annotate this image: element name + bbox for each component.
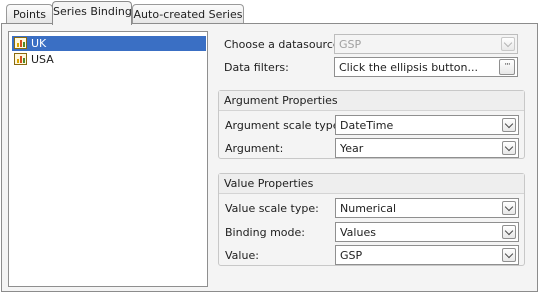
tab-auto-created-series-label: Auto-created Series [133,8,243,21]
tab-points[interactable]: Points [6,4,53,23]
value-scale-type-select[interactable]: Numerical [335,198,519,218]
chevron-down-icon [504,202,514,212]
value-dropdown-button[interactable] [502,248,516,262]
argument-properties-header: Argument Properties [219,91,524,111]
series-binding-panel: UK USA Choose a datasource: GSP Data fil… [1,23,538,292]
tab-strip: Points Series Binding Auto-created Serie… [0,0,540,25]
argument-scale-type-value: DateTime [340,119,394,132]
value-value: GSP [340,249,363,262]
series-item-uk[interactable]: UK [12,36,206,51]
binding-mode-dropdown-button[interactable] [502,225,516,239]
argument-select[interactable]: Year [335,138,519,158]
chevron-down-icon [504,249,514,259]
series-item-usa[interactable]: USA [12,52,206,67]
chart-series-icon [14,53,27,65]
tab-points-label: Points [12,8,47,21]
chevron-down-icon [503,38,513,48]
binding-mode-select[interactable]: Values [335,222,519,242]
value-select[interactable]: GSP [335,245,519,265]
chart-series-icon [14,37,27,49]
series-item-label: USA [31,53,54,66]
argument-scale-type-label: Argument scale type: [225,119,344,132]
binding-mode-value: Values [340,226,376,239]
argument-properties-title: Argument Properties [224,94,338,107]
tab-series-binding[interactable]: Series Binding [52,1,132,25]
chevron-down-icon [504,119,514,129]
argument-label: Argument: [225,142,284,155]
tab-auto-created-series[interactable]: Auto-created Series [132,4,244,23]
chevron-down-icon [504,226,514,236]
argument-properties-group: Argument Properties Argument scale type:… [218,90,525,159]
datasource-dropdown-button[interactable] [501,37,515,51]
value-scale-type-value: Numerical [340,202,397,215]
datasource-label: Choose a datasource: [224,38,344,51]
value-properties-group: Value Properties Value scale type: Numer… [218,173,525,266]
value-scale-type-label: Value scale type: [225,202,319,215]
datasource-select[interactable]: GSP [334,34,518,54]
series-list[interactable]: UK USA [8,31,208,287]
chevron-down-icon [504,142,514,152]
data-filters-label: Data filters: [224,61,289,74]
tab-series-binding-label: Series Binding [53,5,132,18]
binding-mode-label: Binding mode: [225,226,305,239]
argument-scale-type-select[interactable]: DateTime [335,115,519,135]
value-scale-type-dropdown-button[interactable] [502,201,516,215]
series-item-label: UK [31,37,47,50]
argument-scale-type-dropdown-button[interactable] [502,118,516,132]
data-filters-field[interactable]: Click the ellipsis button... ··· [334,57,518,77]
value-properties-title: Value Properties [224,177,314,190]
datasource-value: GSP [339,38,362,51]
ellipsis-button[interactable]: ··· [499,59,515,75]
value-properties-header: Value Properties [219,174,524,194]
argument-dropdown-button[interactable] [502,141,516,155]
value-label: Value: [225,249,259,262]
data-filters-value: Click the ellipsis button... [339,61,478,74]
argument-value: Year [340,142,364,155]
